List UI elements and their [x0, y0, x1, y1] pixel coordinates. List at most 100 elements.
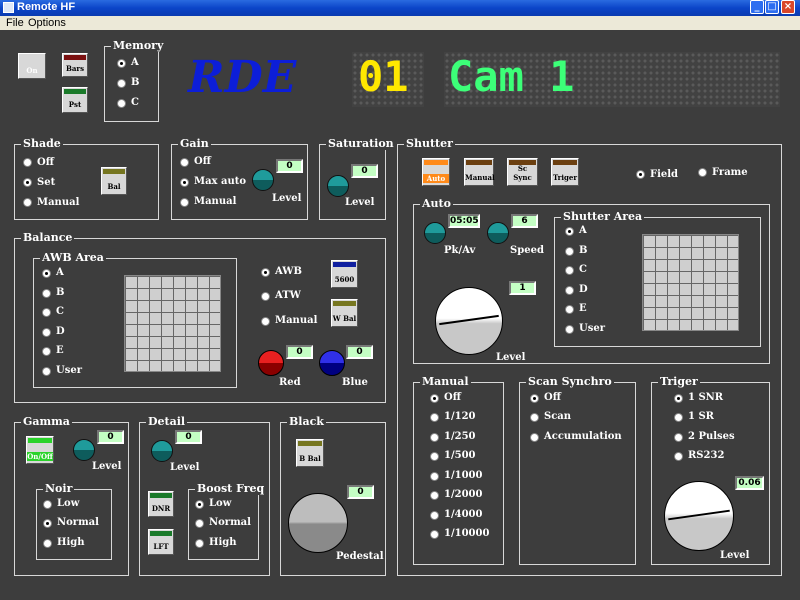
shutter-auto-button[interactable]: Auto: [422, 158, 450, 186]
cam-number-display: 01: [352, 52, 424, 107]
triger-radio-rs232[interactable]: [674, 452, 683, 461]
shutter-scsync-button[interactable]: Sc Sync: [507, 158, 538, 186]
shade-label-manual: Manual: [37, 197, 80, 208]
boost-radio-low[interactable]: [195, 500, 204, 509]
manual-radio-off[interactable]: [430, 394, 439, 403]
balance-radio-atw[interactable]: [261, 292, 270, 301]
shade-bal-button[interactable]: Bal: [101, 167, 127, 195]
shade-radio-set[interactable]: [23, 178, 32, 187]
maximize-button[interactable]: □: [765, 0, 779, 14]
manual-radio-2000[interactable]: [430, 491, 439, 500]
bars-button[interactable]: Bars: [62, 53, 88, 77]
awb-radio-e[interactable]: [42, 347, 51, 356]
memory-radio-c[interactable]: [117, 99, 126, 108]
sarea-radio-d[interactable]: [565, 286, 574, 295]
gain-level-knob[interactable]: [252, 169, 274, 191]
awb-radio-c[interactable]: [42, 308, 51, 317]
k5600-button[interactable]: 5600: [331, 260, 358, 288]
gamma-onoff-button[interactable]: On/Off: [26, 436, 54, 464]
manual-radio-1000[interactable]: [430, 472, 439, 481]
balance-radio-awb[interactable]: [261, 268, 270, 277]
close-button[interactable]: ×: [781, 0, 795, 14]
triger-radio-1sr[interactable]: [674, 413, 683, 422]
menu-options[interactable]: Options: [28, 17, 66, 29]
scan-synchro-title: Scan Synchro: [526, 375, 614, 388]
manual-radio-4000[interactable]: [430, 511, 439, 520]
memory-radio-b[interactable]: [117, 79, 126, 88]
noir-radio-high[interactable]: [43, 539, 52, 548]
shade-radio-manual[interactable]: [23, 198, 32, 207]
manual-radio-500[interactable]: [430, 452, 439, 461]
shutter-triger-button[interactable]: Triger: [551, 158, 579, 186]
sarea-label-c: C: [579, 264, 587, 275]
pst-button[interactable]: Pst: [62, 87, 88, 113]
awb-radio-a[interactable]: [42, 269, 51, 278]
shutter-manual-button[interactable]: Manual: [464, 158, 495, 186]
scan-label-off: Off: [544, 392, 561, 403]
awb-radio-user[interactable]: [42, 367, 51, 376]
wbal-button[interactable]: W Bal: [331, 299, 358, 327]
pedestal-label: Pedestal: [336, 551, 384, 562]
shutter-radio-frame[interactable]: [698, 168, 707, 177]
manual-label-off: Off: [444, 392, 461, 403]
shade-label-off: Off: [37, 157, 54, 168]
gain-label-off: Off: [194, 156, 211, 167]
noir-label-high: High: [57, 537, 85, 548]
scan-radio-off[interactable]: [530, 394, 539, 403]
sarea-radio-user[interactable]: [565, 325, 574, 334]
shutter-area-grid[interactable]: [642, 234, 739, 331]
boost-radio-normal[interactable]: [195, 519, 204, 528]
triger-label-2pulses: 2 Pulses: [688, 431, 735, 442]
gain-radio-maxauto[interactable]: [180, 178, 189, 187]
scan-radio-accumulation[interactable]: [530, 433, 539, 442]
detail-level-label: Level: [170, 462, 200, 473]
sarea-radio-b[interactable]: [565, 247, 574, 256]
sarea-radio-c[interactable]: [565, 266, 574, 275]
gamma-level-knob[interactable]: [73, 439, 95, 461]
boost-radio-high[interactable]: [195, 539, 204, 548]
triger-level-knob[interactable]: [664, 481, 734, 551]
noir-group: Noir Low Normal High: [36, 482, 112, 560]
pedestal-knob[interactable]: [288, 493, 348, 553]
shutter-radio-field[interactable]: [636, 170, 645, 179]
title-bar[interactable]: Remote HF _ □ ×: [0, 0, 800, 16]
lft-button[interactable]: LFT: [148, 529, 174, 555]
speed-knob[interactable]: [487, 222, 509, 244]
memory-radio-a[interactable]: [117, 59, 126, 68]
scan-radio-scan[interactable]: [530, 413, 539, 422]
balance-title: Balance: [21, 231, 75, 244]
red-knob[interactable]: [258, 350, 284, 376]
minimize-button[interactable]: _: [750, 0, 764, 14]
black-value: 0: [347, 485, 374, 499]
sarea-radio-e[interactable]: [565, 305, 574, 314]
awb-radio-b[interactable]: [42, 289, 51, 298]
manual-radio-250[interactable]: [430, 433, 439, 442]
sarea-radio-a[interactable]: [565, 227, 574, 236]
manual-radio-10000[interactable]: [430, 530, 439, 539]
pkav-value: 05:05: [448, 214, 480, 228]
awb-area-grid[interactable]: [124, 275, 221, 372]
gain-radio-manual[interactable]: [180, 198, 189, 207]
dnr-button[interactable]: DNR: [148, 491, 174, 517]
balance-radio-manual[interactable]: [261, 317, 270, 326]
saturation-level-knob[interactable]: [327, 175, 349, 197]
bbal-button[interactable]: B Bal: [296, 439, 324, 467]
menu-file[interactable]: File: [6, 17, 24, 29]
detail-level-knob[interactable]: [151, 440, 173, 462]
noir-label-normal: Normal: [57, 517, 99, 528]
awb-radio-d[interactable]: [42, 328, 51, 337]
shutter-manual-group: Manual Off 1/120 1/250 1/500 1/1000 1/20…: [413, 375, 504, 565]
boost-label-normal: Normal: [209, 517, 251, 528]
noir-radio-low[interactable]: [43, 500, 52, 509]
gain-radio-off[interactable]: [180, 158, 189, 167]
triger-radio-1snr[interactable]: [674, 394, 683, 403]
blue-knob[interactable]: [319, 350, 345, 376]
gain-value: 0: [276, 159, 303, 173]
noir-radio-normal[interactable]: [43, 519, 52, 528]
auto-level-knob[interactable]: [435, 287, 503, 355]
pkav-knob[interactable]: [424, 222, 446, 244]
on-button[interactable]: On: [18, 53, 46, 79]
manual-radio-120[interactable]: [430, 413, 439, 422]
triger-radio-2pulses[interactable]: [674, 433, 683, 442]
shade-radio-off[interactable]: [23, 158, 32, 167]
